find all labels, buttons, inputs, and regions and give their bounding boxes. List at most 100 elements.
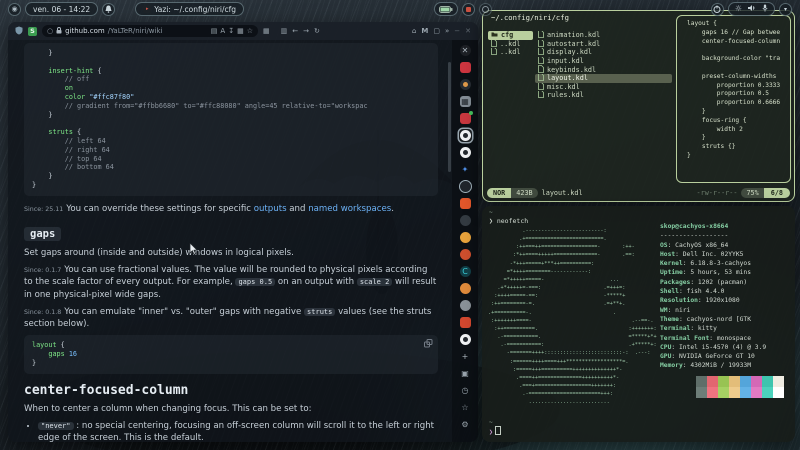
wiki-article: } insert-hint { // off on color "#ffc87f…	[8, 40, 452, 442]
text-segment: }	[32, 172, 52, 180]
browser-scrollbar[interactable]	[448, 62, 451, 172]
tab-github-active-icon[interactable]	[459, 129, 472, 142]
yazi-file-row[interactable]: layout.kdl	[535, 74, 672, 83]
yazi-file-row[interactable]: display.kdl	[535, 48, 672, 57]
history-icon[interactable]: ◷	[459, 384, 472, 397]
inline-code: gaps 0.5	[235, 278, 275, 286]
reader-mode-icon[interactable]: ▤	[211, 27, 218, 35]
neofetch-user-host: skop@cachyos-x8664	[660, 223, 728, 230]
chevron-down-icon[interactable]: ▾	[779, 3, 792, 16]
url-domain: github.com	[65, 27, 105, 35]
tab-close-icon[interactable]: ✕	[459, 44, 472, 57]
back-button[interactable]: ←	[292, 27, 298, 35]
battery-icon[interactable]	[434, 2, 458, 16]
save-page-icon[interactable]: ↧	[228, 27, 234, 35]
text-segment: gaps	[48, 350, 64, 358]
yazi-file-row[interactable]: keybinds.kdl	[535, 65, 672, 74]
yazi-parent-item[interactable]: ..kdl	[488, 40, 533, 49]
tab-blue-star-icon[interactable]: ✦	[459, 163, 472, 176]
tab-red-app2-icon[interactable]	[459, 316, 472, 329]
text-segment	[32, 350, 48, 358]
text-segment: You can emulate "inner" vs. "outer" gaps…	[64, 307, 304, 317]
extension-s-icon[interactable]: S	[28, 27, 37, 36]
inline-code: scale 2	[357, 278, 393, 286]
bookmarks-icon[interactable]: ☆	[459, 401, 472, 414]
bookmark-star-icon[interactable]: ☆	[247, 27, 253, 35]
yazi-status-filename: layout.kdl	[542, 189, 583, 197]
tab-yellow-app-icon[interactable]	[459, 231, 472, 244]
reload-button[interactable]: ↻	[314, 27, 320, 35]
focused-window-title[interactable]: ▸ Yazi: ~/.config/niri/cfg	[135, 2, 244, 16]
tab-ring-icon[interactable]	[459, 180, 472, 193]
lock-icon	[56, 27, 62, 36]
tab-github-icon[interactable]	[459, 146, 472, 159]
tab-red-app-icon[interactable]	[459, 61, 472, 74]
neofetch-ascii-logo: .-------------------------: .+==========…	[488, 227, 657, 406]
tab-grid-app-icon[interactable]: ▦	[459, 95, 472, 108]
yazi-parent-item[interactable]: ..kdl	[488, 48, 533, 57]
site-info-icon[interactable]: ○	[47, 27, 53, 35]
launcher-icon[interactable]: ◉	[8, 3, 21, 16]
sidebar-toggle-icon[interactable]: ▥	[281, 27, 288, 35]
tab-pages-icon[interactable]: ▣	[459, 367, 472, 380]
list-item: "never" : no special centering, focusing…	[38, 420, 438, 442]
yazi-file-row[interactable]: input.kdl	[535, 57, 672, 66]
neofetch-info-line: Resolution: 1920x1080	[660, 296, 793, 305]
extensions-grid-icon[interactable]: ▦	[263, 27, 270, 35]
bell-icon[interactable]	[102, 3, 115, 16]
text-segment: struts	[48, 128, 73, 136]
home-button[interactable]: ⌂	[412, 27, 416, 35]
forward-button[interactable]: →	[303, 27, 309, 35]
yazi-file-row[interactable]: animation.kdl	[535, 31, 672, 40]
palette-swatch	[773, 387, 784, 398]
tab-orange-box-icon[interactable]	[459, 197, 472, 210]
tray-icon[interactable]	[462, 3, 475, 16]
tab-dark-small-icon[interactable]	[459, 214, 472, 227]
minimize-icon[interactable]: −	[454, 27, 460, 35]
new-tab-button[interactable]: +	[459, 350, 472, 363]
yazi-file-row[interactable]: misc.kdl	[535, 83, 672, 92]
tab-dark-orange-dot-icon[interactable]	[459, 78, 472, 91]
tab-rust-app-icon[interactable]	[459, 248, 472, 261]
url-bar[interactable]: ○ github.com /YaLTeR/niri/wiki ▤ A ↧ ▦ ☆	[42, 25, 258, 37]
power-icon[interactable]	[711, 3, 724, 16]
tab-grey-app-icon[interactable]	[459, 299, 472, 312]
yazi-file-row[interactable]: autostart.kdl	[535, 40, 672, 49]
system-indicators[interactable]: ☼	[728, 2, 775, 16]
tab-github2-icon[interactable]	[459, 333, 472, 346]
since-badge: Since: 0.1.7	[24, 267, 61, 274]
shield-icon[interactable]	[15, 26, 23, 37]
file-icon	[538, 74, 544, 83]
close-window-icon[interactable]: ✕	[465, 27, 471, 35]
text-segment: // top 64	[32, 155, 102, 163]
file-icon	[491, 48, 497, 57]
tray-icon[interactable]	[479, 3, 492, 16]
tab-mail-icon[interactable]	[459, 112, 472, 125]
window-icon[interactable]: ▢	[433, 27, 440, 35]
wiki-link[interactable]: named workspaces	[308, 204, 391, 214]
reading-list-icon[interactable]: M	[421, 27, 428, 35]
yazi-scroll-percent: 75%	[741, 188, 763, 198]
text-segment: 16	[69, 350, 77, 358]
translate-icon[interactable]: A	[220, 27, 225, 35]
clock-text: ven. 06 - 14:22	[33, 5, 90, 14]
settings-icon[interactable]: ⚙	[459, 418, 472, 431]
wiki-link[interactable]: outputs	[254, 204, 287, 214]
text-segment: // gradient from="#ffbb6680" to="#ffc880…	[32, 102, 368, 110]
file-name: input.kdl	[547, 57, 584, 65]
text-segment: .	[391, 204, 394, 214]
yazi-parent-item[interactable]: cfg	[488, 31, 533, 40]
terminal-cwd: ~	[489, 209, 493, 216]
file-name: display.kdl	[547, 48, 592, 56]
terminal-prompt[interactable]: ❯	[489, 426, 501, 436]
containers-icon[interactable]: ▦	[237, 27, 244, 35]
tab-orange-app-icon[interactable]	[459, 282, 472, 295]
browser-window: S ○ github.com /YaLTeR/niri/wiki ▤ A ↧ ▦…	[8, 22, 478, 442]
neofetch-info-line: Shell: fish 4.4.0	[660, 287, 793, 296]
yazi-file-row[interactable]: rules.kdl	[535, 91, 672, 100]
tab-teal-c-icon[interactable]: C	[459, 265, 472, 278]
palette-swatch	[707, 387, 718, 398]
overflow-menu-icon[interactable]: »	[445, 27, 449, 35]
copy-code-button[interactable]	[424, 339, 433, 351]
clock-widget[interactable]: ven. 06 - 14:22	[25, 2, 98, 16]
